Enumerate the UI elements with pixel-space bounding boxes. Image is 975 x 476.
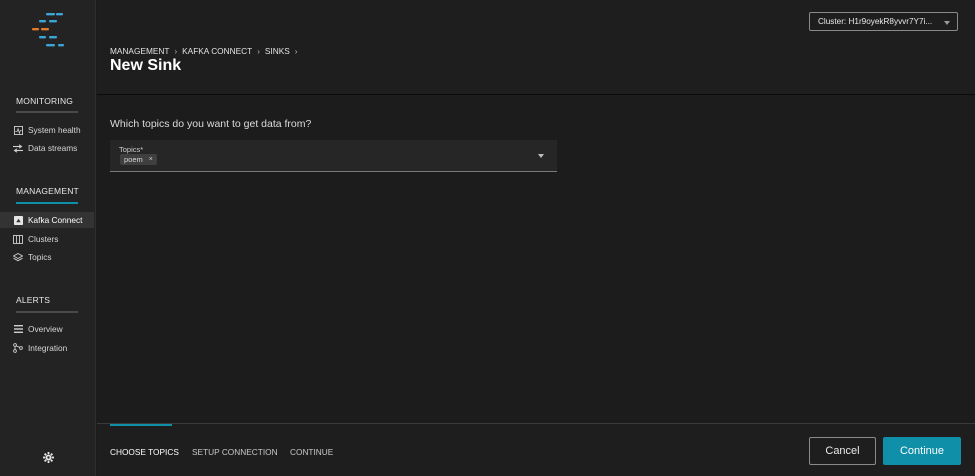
topic-chip: poem × [120, 154, 157, 165]
breadcrumb-sinks[interactable]: SINKS [265, 46, 290, 56]
connect-icon [13, 215, 23, 225]
sidebar-item-label: Clusters [28, 234, 59, 244]
layers-icon [13, 252, 23, 262]
step-continue[interactable]: CONTINUE [290, 447, 333, 457]
sidebar-item-clusters[interactable]: Clusters [0, 231, 94, 247]
sidebar-item-label: Data streams [28, 143, 78, 153]
sidebar: MONITORING System health Data streams MA… [0, 0, 96, 476]
section-title-management: MANAGEMENT [16, 186, 79, 196]
sidebar-item-kafka-connect[interactable]: Kafka Connect [0, 212, 94, 228]
integration-icon [13, 343, 23, 353]
list-icon [13, 324, 23, 334]
sidebar-item-topics[interactable]: Topics [0, 249, 94, 265]
step-choose-topics[interactable]: CHOOSE TOPICS [110, 447, 179, 457]
wizard-footer: CHOOSE TOPICS SETUP CONNECTION CONTINUE … [97, 423, 975, 476]
sidebar-item-label: Overview [28, 324, 63, 334]
page-title: New Sink [110, 57, 182, 74]
sidebar-item-integration[interactable]: Integration [0, 340, 94, 356]
cluster-select[interactable]: Cluster: H1r9oyekR8yvvr7Y7i... [809, 12, 958, 31]
breadcrumb: MANAGEMENT › KAFKA CONNECT › SINKS › [110, 46, 302, 56]
section-divider [16, 111, 78, 113]
topics-label: Topics* [119, 145, 144, 154]
gear-icon[interactable] [43, 452, 54, 463]
app-window: MONITORING System health Data streams MA… [0, 0, 975, 476]
sidebar-item-overview[interactable]: Overview [0, 321, 94, 337]
page-header: MANAGEMENT › KAFKA CONNECT › SINKS › New… [97, 0, 975, 95]
sidebar-item-label: Kafka Connect [28, 215, 83, 225]
chevron-down-icon[interactable] [538, 154, 544, 158]
section-divider [16, 311, 78, 313]
topics-select[interactable]: Topics* poem × [110, 140, 557, 172]
cancel-button[interactable]: Cancel [809, 437, 876, 465]
section-title-monitoring: MONITORING [16, 96, 74, 106]
main-content: Which topics do you want to get data fro… [97, 96, 975, 424]
breadcrumb-management[interactable]: MANAGEMENT [110, 46, 169, 56]
step-setup-connection[interactable]: SETUP CONNECTION [192, 447, 278, 457]
sidebar-item-label: Topics [28, 252, 52, 262]
heart-monitor-icon [13, 125, 23, 135]
cluster-select-value: Cluster: H1r9oyekR8yvvr7Y7i... [818, 17, 933, 26]
continue-button[interactable]: Continue [883, 437, 961, 465]
streams-icon [13, 143, 23, 153]
chevron-right-icon: › [257, 46, 260, 56]
sidebar-item-label: System health [28, 125, 81, 135]
sidebar-item-data-streams[interactable]: Data streams [0, 140, 94, 156]
breadcrumb-kafka-connect[interactable]: KAFKA CONNECT [182, 46, 252, 56]
sidebar-item-system-health[interactable]: System health [0, 122, 94, 138]
step-indicator [110, 424, 172, 426]
section-title-alerts: ALERTS [16, 295, 51, 305]
topics-question: Which topics do you want to get data fro… [110, 118, 312, 130]
topic-chip-label: poem [124, 155, 143, 164]
clusters-icon [13, 234, 23, 244]
chevron-right-icon: › [294, 46, 298, 56]
section-divider-active [16, 202, 78, 204]
chevron-right-icon: › [174, 46, 178, 56]
app-logo-icon[interactable] [30, 12, 66, 50]
sidebar-item-label: Integration [28, 343, 68, 353]
close-icon[interactable]: × [149, 156, 153, 163]
chevron-down-icon [944, 21, 950, 25]
